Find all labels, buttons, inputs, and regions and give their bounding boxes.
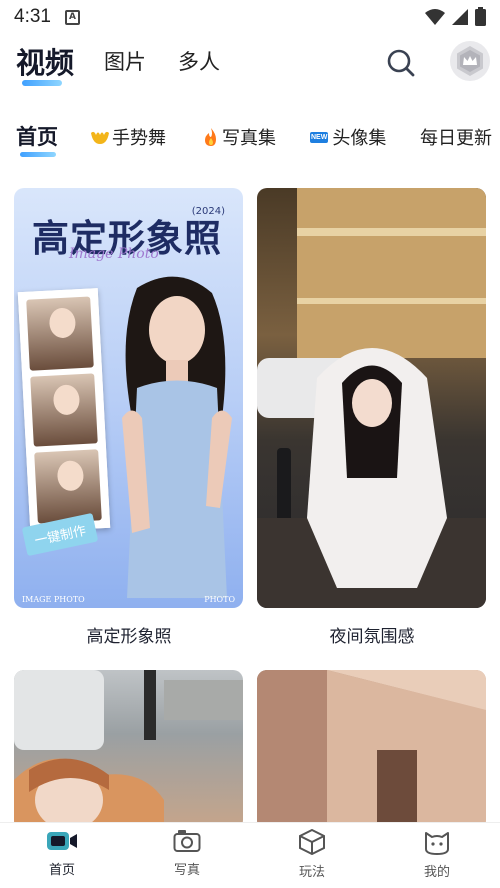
category-label: 手势舞 [112,128,166,149]
category-avatar[interactable]: NEW 头像集 [310,124,386,150]
tab-video[interactable]: 视频 [16,40,74,82]
nav-photo[interactable]: 写真 [147,829,227,878]
poster-footer-left: IMAGE PHOTO [22,595,85,604]
card-title[interactable]: 高定形象照 [14,622,244,647]
tab-active-indicator [22,80,62,86]
category-photo-album[interactable]: 写真集 [202,124,276,150]
category-daily-update[interactable]: 每日更新 [420,124,492,150]
poster-year: (2024) [191,206,225,217]
crown-icon [457,46,483,76]
category-label: 首页 [16,125,58,149]
nav-mine[interactable]: 我的 [397,829,477,880]
card-title[interactable]: 夜间氛围感 [257,622,487,647]
category-active-indicator [20,152,56,157]
tab-image[interactable]: 图片 [104,46,146,76]
thumbnail-photo [30,373,98,447]
battery-icon [475,7,486,26]
portrait-illustration [122,276,232,598]
nav-play[interactable]: 玩法 [272,829,352,880]
notification-icon: A [64,9,80,25]
template-card[interactable] [257,188,486,608]
nav-label: 写真 [173,863,200,878]
photo-strip [17,288,111,532]
wifi-icon [425,8,445,25]
thumbnail-photo [26,296,94,371]
nav-label: 我的 [423,865,450,880]
new-badge-icon: NEW [310,131,329,143]
cube-icon [299,829,325,855]
signal-icon [452,8,468,25]
poster-footer-right: PHOTO [204,595,235,604]
hand-icon [91,131,109,144]
status-bar: 4:31 A [0,0,500,34]
status-icons [425,7,486,26]
room-scene-image [257,670,486,830]
category-bar: 首页 手势舞 写真集 NEW 头像集 每日更新 [0,118,500,164]
search-icon [387,49,415,77]
tab-multi-person[interactable]: 多人 [178,46,220,76]
night-scene-image [257,188,486,608]
street-scene-image [14,670,243,830]
category-label: 写真集 [222,128,276,149]
category-label: 头像集 [332,128,387,149]
category-gesture-dance[interactable]: 手势舞 [90,124,166,150]
cat-face-icon [425,832,449,855]
poster-subtitle: Image Photo [69,246,159,262]
nav-label: 首页 [48,863,75,878]
category-home[interactable]: 首页 [16,121,58,151]
category-label: 每日更新 [420,128,492,149]
bottom-navigation: 首页 写真 玩法 我的 [0,822,500,888]
nav-label: 玩法 [298,865,325,880]
template-card[interactable] [257,670,486,830]
photo-camera-icon [173,830,201,852]
nav-home[interactable]: 首页 [22,829,102,878]
camera-video-icon [47,832,77,850]
vip-button[interactable] [450,41,490,81]
status-time: 4:31 [14,6,51,27]
template-card[interactable]: 高定形象照 (2024) Image Photo 一键制作 IMAGE PHOT… [14,188,243,608]
template-card[interactable] [14,670,243,830]
search-button[interactable] [384,46,418,80]
thumbnail-photo [34,449,102,524]
top-tabs: 视频 图片 多人 [0,38,500,90]
fire-icon [205,128,216,146]
